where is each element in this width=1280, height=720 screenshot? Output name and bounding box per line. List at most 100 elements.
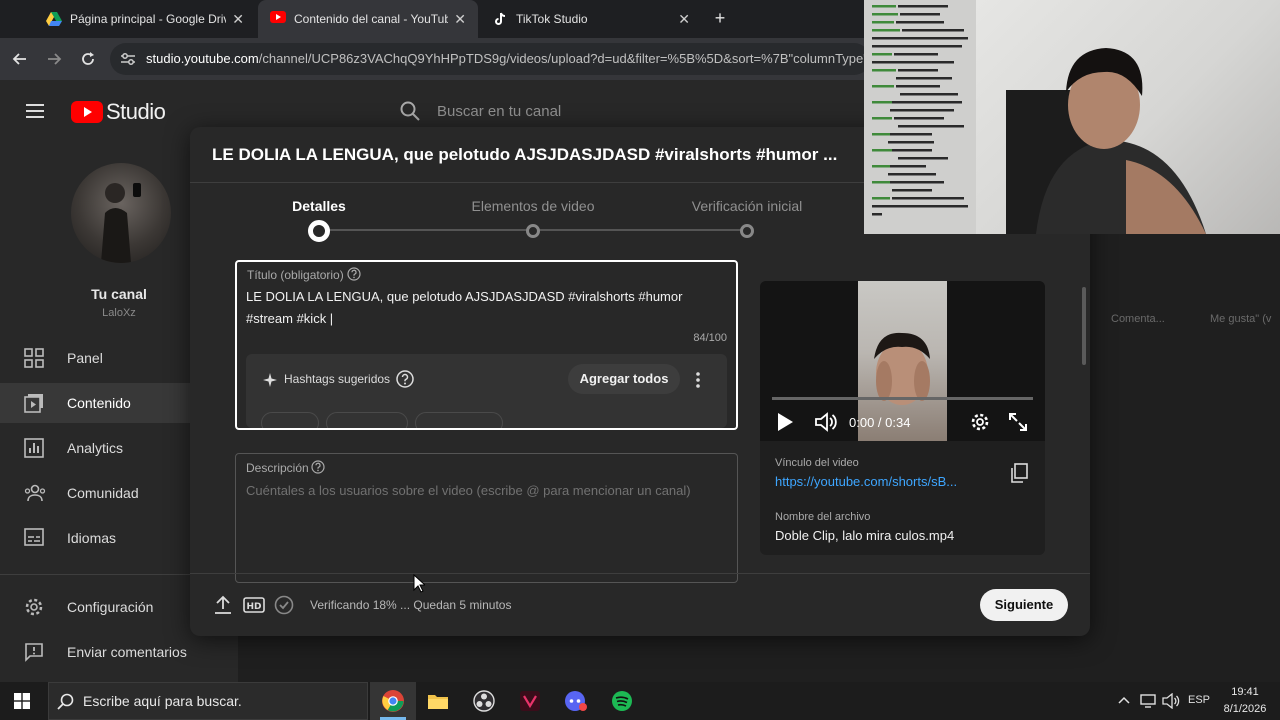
community-icon	[24, 483, 46, 503]
sidebar-item-label: Idiomas	[67, 530, 117, 546]
forward-icon[interactable]	[46, 51, 62, 67]
windows-start-icon[interactable]	[14, 693, 30, 709]
description-field[interactable]: Descripción Cuéntales a los usuarios sob…	[235, 453, 738, 583]
fullscreen-icon[interactable]	[1008, 412, 1028, 432]
discord-icon	[565, 691, 587, 711]
sidebar-item-feedback[interactable]: Enviar comentarios	[0, 632, 238, 672]
tab-youtube-studio[interactable]: Contenido del canal - YouTube Studio ✕	[258, 0, 478, 38]
step-checks-dot	[740, 224, 754, 238]
step-video-elements[interactable]: Elementos de video	[443, 198, 623, 214]
taskbar-search-placeholder: Escribe aquí para buscar.	[83, 693, 242, 709]
add-all-hashtags-button[interactable]: Agregar todos	[568, 364, 680, 394]
reload-icon[interactable]	[80, 51, 96, 67]
sidebar-item-label: Panel	[67, 350, 103, 366]
video-preview-card: 0:00 / 0:34 Vínculo del video https://yo…	[760, 281, 1045, 555]
column-header-likes[interactable]: Me gusta" (v	[1210, 313, 1271, 325]
sidebar-item-label: Analytics	[67, 440, 124, 456]
studio-logo[interactable]: Studio	[71, 99, 166, 125]
title-input-line-2: #stream #kick |	[246, 311, 334, 326]
url-field[interactable]: studio.youtube.com/channel/UCP86z3VAChqQ…	[110, 43, 870, 75]
hashtag-suggestions-panel: Hashtags sugeridos Agregar todos	[246, 354, 727, 428]
close-tab-icon[interactable]: ✕	[232, 11, 244, 28]
sidebar-item-label: Comunidad	[67, 485, 139, 501]
clock-date[interactable]: 8/1/2026	[1216, 703, 1274, 715]
close-tab-icon[interactable]: ✕	[454, 11, 466, 28]
footer-divider	[190, 573, 1090, 574]
video-editor-icon	[520, 691, 540, 711]
title-field[interactable]: Título (obligatorio) LE DOLIA LA LENGUA,…	[235, 260, 738, 430]
sparkle-icon	[263, 373, 277, 387]
step-details[interactable]: Detalles	[229, 198, 409, 214]
play-icon[interactable]	[776, 412, 794, 432]
language-indicator[interactable]: ESP	[1188, 694, 1210, 706]
channel-search-input[interactable]: Buscar en tu canal	[437, 103, 561, 120]
analytics-icon	[24, 438, 44, 458]
title-input-line-1: LE DOLIA LA LENGUA, que pelotudo AJSJDAS…	[246, 289, 683, 304]
dashboard-icon	[24, 348, 44, 368]
settings-icon[interactable]	[970, 412, 990, 432]
spotify-app-button[interactable]	[599, 682, 645, 720]
help-icon[interactable]	[347, 267, 361, 281]
svg-text:HD: HD	[246, 602, 261, 612]
mouse-cursor-icon	[413, 574, 425, 593]
tab-title: TikTok Studio	[516, 12, 588, 26]
webcam-video	[976, 0, 1280, 234]
hashtag-chip[interactable]	[415, 412, 503, 428]
clock-time[interactable]: 19:41	[1222, 686, 1268, 698]
speaker-icon[interactable]	[1162, 693, 1180, 709]
content-icon	[24, 393, 44, 413]
search-icon	[57, 693, 74, 710]
search-icon[interactable]	[400, 101, 420, 121]
help-icon[interactable]	[396, 370, 414, 388]
capcut-app-button[interactable]	[507, 682, 553, 720]
discord-app-button[interactable]	[553, 682, 599, 720]
copy-icon[interactable]	[1010, 463, 1028, 483]
volume-icon[interactable]	[814, 412, 838, 432]
close-tab-icon[interactable]: ✕	[678, 11, 690, 28]
obs-icon	[473, 690, 495, 712]
spotify-icon	[612, 691, 632, 711]
obs-app-button[interactable]	[461, 682, 507, 720]
studio-logo-text: Studio	[106, 99, 166, 124]
chrome-icon	[382, 690, 404, 712]
column-header-comments[interactable]: Comenta...	[1111, 313, 1165, 325]
youtube-icon	[270, 11, 286, 27]
webcam-overlay	[864, 0, 1280, 234]
hashtag-chip[interactable]	[326, 412, 408, 428]
windows-taskbar: Escribe aquí para buscar. ESP 19:41 8/1/…	[0, 682, 1280, 720]
tray-overflow-icon[interactable]	[1118, 694, 1130, 706]
check-circle-icon[interactable]	[274, 595, 294, 615]
gear-icon	[24, 597, 44, 617]
title-char-counter: 84/100	[693, 332, 727, 344]
tab-title: Página principal - Google Drive	[70, 12, 227, 26]
menu-icon[interactable]	[26, 104, 44, 118]
next-button[interactable]: Siguiente	[980, 589, 1068, 621]
folder-icon	[428, 695, 448, 709]
step-elements-dot	[526, 224, 540, 238]
sidebar-item-label: Contenido	[67, 395, 131, 411]
network-icon[interactable]	[1140, 693, 1158, 709]
file-name-label: Nombre del archivo	[775, 511, 871, 523]
step-checks[interactable]: Verificación inicial	[657, 198, 837, 214]
step-details-dot	[308, 220, 330, 242]
chrome-app-button[interactable]	[370, 682, 416, 720]
tab-google-drive[interactable]: Página principal - Google Drive ✕	[34, 0, 256, 38]
feedback-icon	[24, 642, 44, 662]
more-vert-icon[interactable]	[695, 371, 701, 389]
taskbar-search-input[interactable]: Escribe aquí para buscar.	[48, 682, 368, 720]
help-icon[interactable]	[311, 460, 325, 474]
tiktok-icon	[492, 11, 508, 27]
video-progress-track[interactable]	[772, 397, 1033, 400]
channel-avatar[interactable]	[71, 163, 171, 263]
hd-icon[interactable]: HD	[243, 597, 265, 613]
dialog-scrollbar[interactable]	[1082, 287, 1086, 365]
back-icon[interactable]	[12, 51, 28, 67]
video-player[interactable]: 0:00 / 0:34	[760, 281, 1045, 441]
tab-tiktok-studio[interactable]: TikTok Studio ✕	[480, 0, 702, 38]
video-link[interactable]: https://youtube.com/shorts/sB...	[775, 474, 985, 489]
hashtag-chip[interactable]	[261, 412, 319, 428]
upload-icon[interactable]	[214, 595, 232, 615]
file-explorer-button[interactable]	[415, 682, 461, 720]
site-settings-icon[interactable]	[120, 52, 136, 66]
new-tab-button[interactable]: +	[710, 8, 730, 28]
